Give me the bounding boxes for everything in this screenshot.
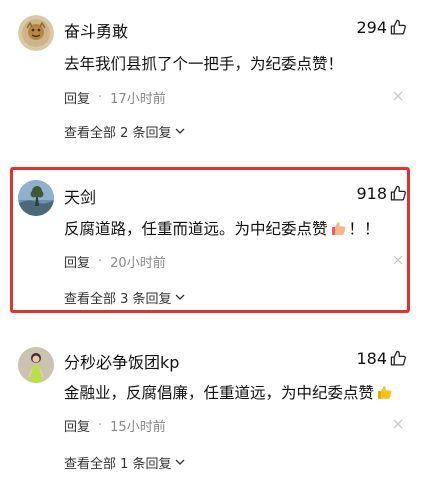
separator-dot: · [98,254,103,269]
timestamp: 20小时前 [110,256,166,271]
avatar[interactable] [18,15,54,51]
chevron-down-icon [175,294,185,300]
like-count: 184 [356,349,387,368]
comment-text: 去年我们县抓了个一把手，为纪委点赞！ [64,55,344,73]
chevron-down-icon [175,459,185,465]
username[interactable]: 天剑 [64,184,96,208]
timestamp: 17小时前 [110,92,166,107]
chevron-down-icon [175,128,185,134]
reply-button[interactable]: 回复 [64,416,90,435]
comment-meta: 回复 · 20小时前 [64,252,166,271]
like-count: 918 [356,184,387,203]
username[interactable]: 奋斗勇敢 [64,18,128,42]
thumbs-up-emoji-icon [378,385,392,399]
view-replies-link[interactable]: 查看全部 1 条回复 [64,453,185,472]
avatar[interactable] [18,347,54,383]
view-replies-link[interactable]: 查看全部 3 条回复 [64,288,185,307]
timestamp: 15小时前 [110,420,166,435]
separator-dot: · [98,418,103,433]
comment-item: 奋斗勇敢 294 去年我们县抓了个一把手，为纪委点赞！ 回复 · 17小时前 查… [0,0,423,160]
close-icon[interactable] [393,419,403,429]
view-replies-link[interactable]: 查看全部 2 条回复 [64,122,185,141]
comment-text: 反腐道路，任重而道远。为中纪委点赞 ！！ [64,220,380,238]
like-button[interactable]: 294 [356,18,407,37]
comment-text: 金融业，反腐倡廉，任重道远，为中纪委点赞 [64,381,395,403]
reply-button[interactable]: 回复 [64,88,90,107]
thumbs-up-emoji-icon [331,221,345,235]
close-icon[interactable] [393,255,403,265]
username[interactable]: 分秒必争饭团kp [64,349,179,373]
like-button[interactable]: 918 [356,184,407,203]
comment-item: 天剑 918 反腐道路，任重而道远。为中纪委点赞 ！！ 回复 · 20小时前 查… [0,167,423,313]
close-icon[interactable] [393,91,403,101]
avatar[interactable] [18,180,54,216]
comment-meta: 回复 · 17小时前 [64,88,166,107]
thumbs-up-outline-icon [390,19,406,35]
thumbs-up-outline-icon [390,350,406,366]
thumbs-up-outline-icon [390,185,406,201]
comment-meta: 回复 · 15小时前 [64,416,166,435]
like-count: 294 [356,18,387,37]
separator-dot: · [98,90,103,105]
like-button[interactable]: 184 [356,349,407,368]
reply-button[interactable]: 回复 [64,252,90,271]
comment-item: 分秒必争饭团kp 184 金融业，反腐倡廉，任重道远，为中纪委点赞 回复 · 1… [0,333,423,486]
